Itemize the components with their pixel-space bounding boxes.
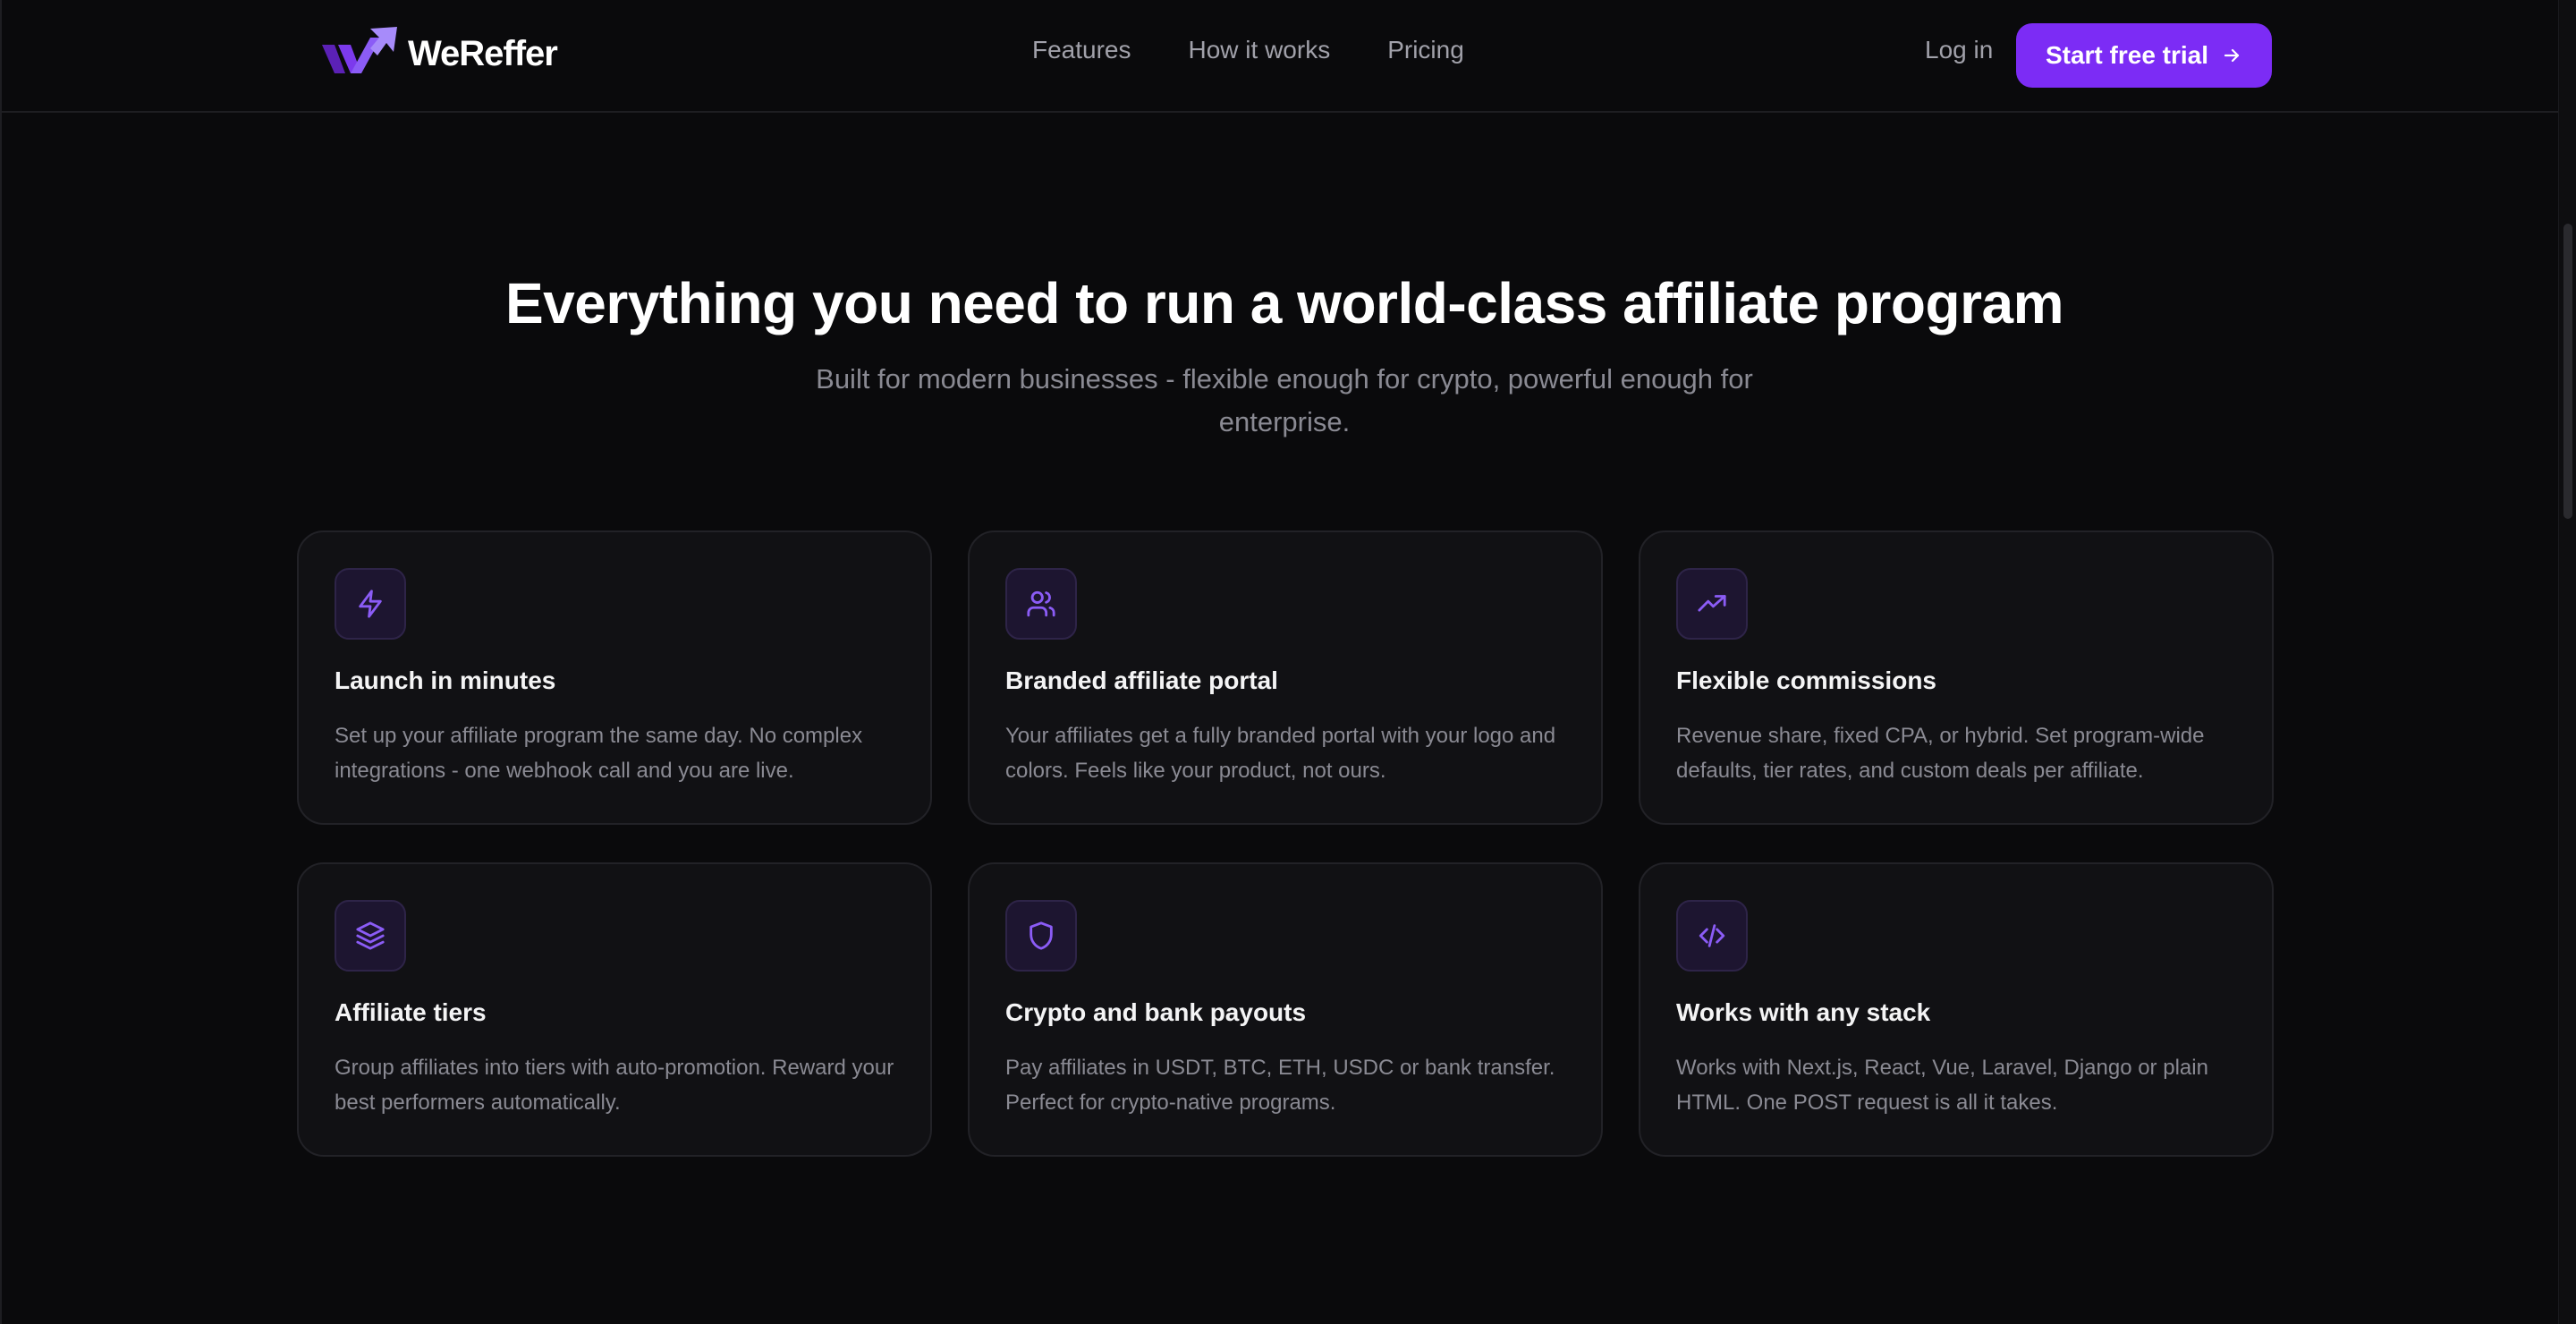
- feature-title: Crypto and bank payouts: [1005, 998, 1307, 1026]
- feature-icon-box: [335, 568, 406, 640]
- nav-link-how-it-works[interactable]: How it works: [1189, 36, 1331, 64]
- feature-title: Works with any stack: [1676, 998, 1931, 1026]
- login-link[interactable]: Log in: [1925, 36, 1993, 64]
- feature-card-payouts: Crypto and bank payouts Pay affiliates i…: [968, 862, 1603, 1157]
- users-icon: [1027, 590, 1055, 617]
- top-navbar: WeReffer Features How it works Pricing L…: [0, 0, 2558, 113]
- brand-name: WeReffer: [408, 33, 558, 73]
- feature-icon-box: [1676, 568, 1748, 640]
- nav-link-pricing[interactable]: Pricing: [1387, 36, 1464, 64]
- feature-card-launch: Launch in minutes Set up your affiliate …: [297, 530, 932, 825]
- wereffer-logo-icon: [322, 27, 397, 73]
- code-icon: [1699, 924, 1725, 947]
- layers-icon: [356, 921, 385, 950]
- nav-link-features[interactable]: Features: [1032, 36, 1131, 64]
- feature-title: Launch in minutes: [335, 666, 556, 694]
- feature-card-tiers: Affiliate tiers Group affiliates into ti…: [297, 862, 932, 1157]
- arrow-right-icon: [2224, 48, 2240, 63]
- feature-card-portal: Branded affiliate portal Your affiliates…: [968, 530, 1603, 825]
- feature-card-commissions: Flexible commissions Revenue share, fixe…: [1639, 530, 2274, 825]
- feature-description: Pay affiliates in USDT, BTC, ETH, USDC o…: [1005, 1056, 1555, 1115]
- page: WeReffer Features How it works Pricing L…: [0, 0, 2576, 1324]
- feature-card-stack: Works with any stack Works with Next.js,…: [1639, 862, 2274, 1157]
- feature-description: Group affiliates into tiers with auto-pr…: [335, 1056, 894, 1115]
- shield-icon: [1030, 921, 1053, 950]
- feature-description: Works with Next.js, React, Vue, Laravel,…: [1676, 1056, 2208, 1115]
- feature-title: Branded affiliate portal: [1005, 666, 1278, 694]
- feature-title: Flexible commissions: [1676, 666, 1936, 694]
- features-grid: Launch in minutes Set up your affiliate …: [297, 530, 2274, 1157]
- cta-label: Start free trial: [2045, 41, 2209, 69]
- logo-link[interactable]: WeReffer: [318, 25, 558, 82]
- page-edge: [0, 0, 2, 1324]
- feature-icon-box: [1005, 900, 1077, 972]
- feature-description: Revenue share, fixed CPA, or hybrid. Set…: [1676, 724, 2205, 783]
- feature-icon-box: [335, 900, 406, 972]
- start-free-trial-button[interactable]: Start free trial: [2016, 23, 2272, 88]
- main-nav: Features How it works Pricing: [1032, 36, 1464, 64]
- feature-description: Your affiliates get a fully branded port…: [1005, 724, 1556, 783]
- feature-title: Affiliate tiers: [335, 998, 487, 1026]
- feature-description: Set up your affiliate program the same d…: [335, 724, 863, 783]
- feature-icon-box: [1676, 900, 1748, 972]
- scrollbar-thumb[interactable]: [2563, 224, 2572, 519]
- section-heading: Everything you need to run a world-class…: [504, 271, 2064, 335]
- lightning-icon: [359, 590, 382, 618]
- section-subheading: Built for modern businesses - flexible e…: [816, 363, 1753, 437]
- trending-up-icon: [1698, 595, 1726, 612]
- page-scrollbar[interactable]: [2558, 0, 2576, 1324]
- feature-icon-box: [1005, 568, 1077, 640]
